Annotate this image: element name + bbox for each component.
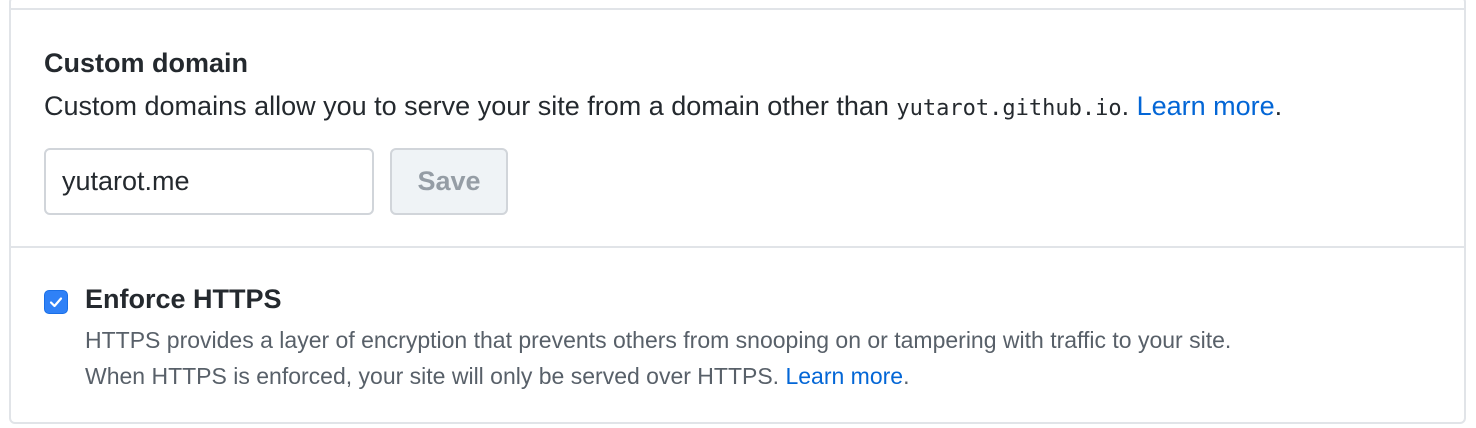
enforce-https-description-line2: When HTTPS is enforced, your site will o…	[85, 358, 1231, 394]
custom-domain-input[interactable]: yutarot.me	[44, 148, 374, 215]
custom-domain-description-text: Custom domains allow you to serve your s…	[44, 91, 897, 121]
enforce-https-description: HTTPS provides a layer of encryption tha…	[85, 322, 1231, 394]
pages-settings-panel: Custom domain Custom domains allow you t…	[9, 0, 1466, 424]
custom-domain-learn-more-link[interactable]: Learn more	[1137, 91, 1275, 121]
enforce-https-title[interactable]: Enforce HTTPS	[85, 282, 282, 316]
custom-domain-description: Custom domains allow you to serve your s…	[44, 89, 1282, 126]
enforce-https-learn-more-link[interactable]: Learn more	[785, 363, 903, 389]
checkmark-icon	[49, 297, 63, 308]
enforce-https-learn-more-suffix: .	[903, 363, 910, 389]
enforce-https-checkbox[interactable]	[44, 290, 68, 314]
save-button[interactable]: Save	[390, 148, 508, 215]
enforce-https-description-line2-text: When HTTPS is enforced, your site will o…	[85, 363, 786, 389]
custom-domain-learn-more-suffix: .	[1274, 91, 1283, 121]
custom-domain-heading: Custom domain	[44, 48, 249, 78]
enforce-https-description-line1: HTTPS provides a layer of encryption tha…	[85, 327, 1232, 353]
github-io-domain-code: yutarot.github.io	[896, 96, 1122, 121]
custom-domain-section: Custom domain Custom domains allow you t…	[11, 0, 1464, 248]
custom-domain-description-punct: .	[1121, 91, 1137, 121]
